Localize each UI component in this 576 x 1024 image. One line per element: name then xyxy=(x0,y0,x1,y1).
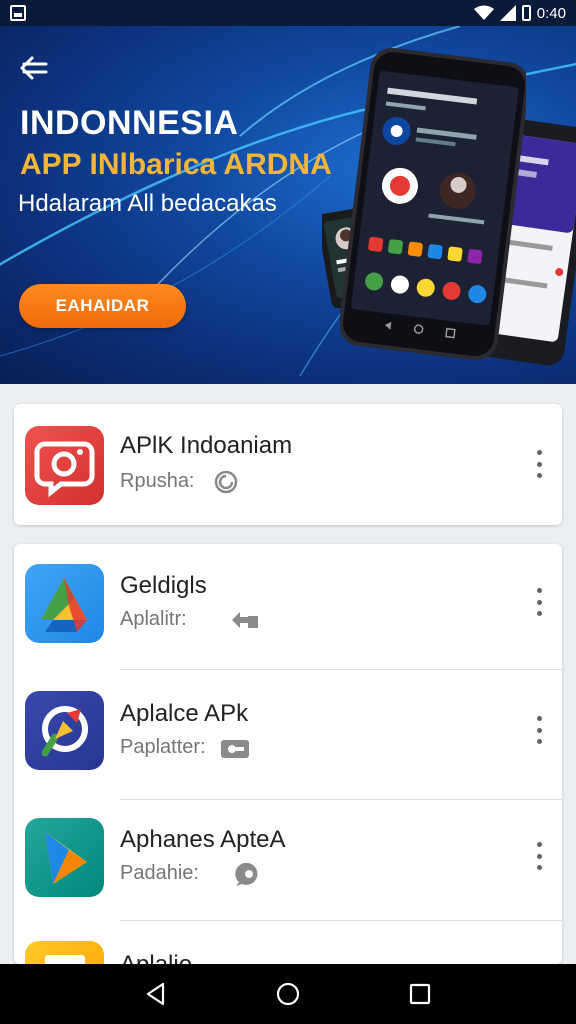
overflow-menu[interactable] xyxy=(532,842,546,870)
back-nav-icon[interactable] xyxy=(136,974,176,1014)
home-nav-icon[interactable] xyxy=(268,974,308,1014)
status-bar: 0:40 xyxy=(0,0,576,26)
featured-app-row[interactable]: APlK Indoaniam Rpusha: xyxy=(14,404,562,525)
recents-nav-icon[interactable] xyxy=(400,974,440,1014)
camera-icon xyxy=(25,426,104,505)
app-meta: Padahie: xyxy=(120,862,199,884)
banner-cta-button[interactable]: EAHAIDAR xyxy=(19,284,186,328)
status-icons: 0:40 xyxy=(473,4,566,22)
app-meta: Aplalitr: xyxy=(120,608,187,630)
wifi-icon xyxy=(473,5,494,20)
list-item[interactable]: Aphanes ApteA Padahie: xyxy=(14,800,562,924)
featured-app-name: APlK Indoaniam xyxy=(120,432,293,459)
banner-title: INDONNESIA xyxy=(20,104,239,142)
promo-banner: INDONNESIA APP INlbarica ARDNA Hdalaram … xyxy=(0,26,576,384)
featured-app-card[interactable]: APlK Indoaniam Rpusha: xyxy=(14,404,562,525)
overflow-menu[interactable] xyxy=(532,716,546,744)
banner-subtitle: APP INlbarica ARDNA xyxy=(20,148,332,181)
banner-tagline: Hdalaram All bedacakas xyxy=(18,190,277,217)
featured-app-meta: Rpusha: xyxy=(120,470,195,492)
refresh-badge-icon xyxy=(214,470,238,494)
drive-icon xyxy=(25,564,104,643)
app-list-card: Geldigls Aplalitr: Aplalce APk Paplatter… xyxy=(14,544,562,964)
play-icon xyxy=(25,818,104,897)
system-nav-bar xyxy=(0,964,576,1024)
signal-icon xyxy=(499,5,516,21)
app-name: Geldigls xyxy=(120,572,207,599)
list-item[interactable]: Aplalie xyxy=(14,921,562,964)
bubble-icon xyxy=(235,862,258,886)
ticket-icon xyxy=(221,740,249,758)
featured-overflow-menu[interactable] xyxy=(532,450,546,478)
list-item[interactable]: Aplalce APk Paplatter: xyxy=(14,670,562,794)
back-arrow-icon[interactable] xyxy=(18,54,50,82)
folder-icon xyxy=(25,941,104,964)
app-name: Aplalie xyxy=(120,951,192,964)
list-item[interactable]: Geldigls Aplalitr: xyxy=(14,544,562,668)
compass-icon xyxy=(25,691,104,770)
share-icon xyxy=(232,612,258,628)
sd-card-icon xyxy=(10,5,26,21)
battery-icon xyxy=(521,5,531,21)
status-time: 0:40 xyxy=(536,4,566,22)
app-meta: Paplatter: xyxy=(120,736,206,758)
phone-illustration-main xyxy=(340,48,526,360)
app-name: Aplalce APk xyxy=(120,700,249,727)
app-name: Aphanes ApteA xyxy=(120,826,286,853)
overflow-menu[interactable] xyxy=(532,588,546,616)
